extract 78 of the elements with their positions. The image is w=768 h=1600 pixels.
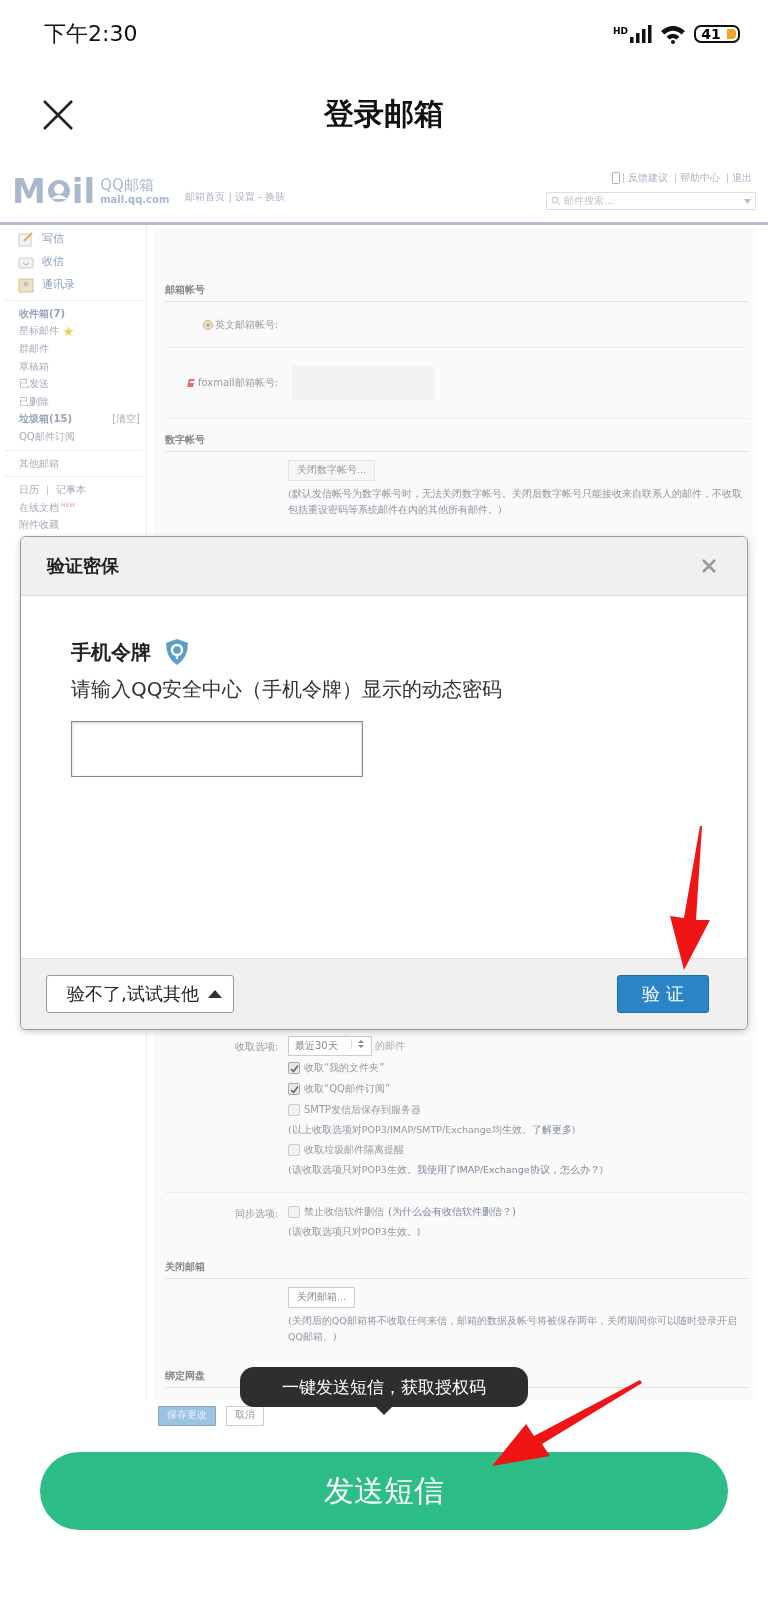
sidebar-link[interactable]: 收信 bbox=[42, 254, 64, 269]
instruction-text: 请输入QQ安全中心（手机令牌）显示的动态密码 bbox=[71, 676, 504, 703]
checkbox[interactable] bbox=[288, 1062, 300, 1074]
top-link[interactable]: 退出 bbox=[727, 173, 756, 183]
account-icon bbox=[202, 319, 213, 330]
stepper-icon bbox=[351, 1039, 365, 1049]
checkbox-label: 禁止收信软件删信 bbox=[304, 1205, 384, 1219]
help-link[interactable]: 了解更多 bbox=[531, 1124, 572, 1135]
folder-link[interactable]: 草稿箱 bbox=[19, 359, 49, 374]
folder-link[interactable]: 已删除 bbox=[19, 394, 49, 409]
section-title: 邮箱帐号 bbox=[165, 281, 748, 302]
section-title: 关闭邮箱 bbox=[165, 1258, 748, 1279]
dropdown-icon[interactable] bbox=[744, 198, 751, 204]
folder-link[interactable]: 星标邮件 bbox=[19, 324, 59, 339]
search-icon bbox=[551, 196, 561, 206]
foxmail-icon bbox=[185, 378, 196, 388]
disable-account-button[interactable]: 关闭数字帐号... bbox=[288, 460, 376, 481]
battery-level: 41 bbox=[701, 26, 721, 42]
cancel-button[interactable]: 取消 bbox=[226, 1406, 264, 1426]
sidebar-link[interactable]: 通讯录 bbox=[42, 277, 75, 292]
tooltip-pointer bbox=[376, 1407, 392, 1415]
dialog-title: 验证密保 bbox=[47, 554, 119, 578]
hint-text: (该收取选项只对POP3生效。我使用了IMAP/Exchange协议，怎么办？) bbox=[288, 1163, 604, 1177]
tool-link[interactable]: 在线文档 bbox=[19, 500, 59, 515]
close-icon[interactable] bbox=[43, 100, 73, 130]
triangle-icon bbox=[206, 989, 223, 999]
folder-link[interactable]: 群邮件 bbox=[19, 342, 49, 356]
field-label: 同步选项: bbox=[233, 1207, 278, 1221]
send-sms-button[interactable]: 发送短信 bbox=[40, 1452, 728, 1530]
folder-link[interactable]: QQ邮件订阅 bbox=[19, 429, 75, 444]
tooltip: 一键发送短信，获取授权码 bbox=[240, 1367, 528, 1407]
hint-text: (该收取选项只对POP3生效。) bbox=[288, 1225, 422, 1239]
top-link[interactable]: 反馈建议 bbox=[623, 173, 672, 183]
folder-link[interactable]: 已发送 bbox=[19, 377, 49, 392]
field-label: foxmail邮箱帐号: bbox=[197, 376, 278, 390]
select-suffix: 的邮件 bbox=[375, 1039, 405, 1053]
period-select[interactable]: 最近30天 bbox=[288, 1036, 372, 1056]
nav-links[interactable]: 邮箱首页 | 设置 - 换肤 bbox=[185, 190, 285, 204]
help-link[interactable]: (为什么会有收信软件删信？) bbox=[388, 1205, 516, 1219]
contacts-icon bbox=[18, 276, 34, 293]
page-title: 登录邮箱 bbox=[324, 94, 444, 133]
signal-icon bbox=[630, 25, 652, 43]
status-time: 下午2:30 bbox=[44, 20, 138, 48]
code-input[interactable] bbox=[71, 721, 363, 777]
verify-button[interactable]: 验 证 bbox=[617, 975, 709, 1013]
close-mailbox-button[interactable]: 关闭邮箱... bbox=[288, 1287, 356, 1308]
folder-link[interactable]: 其他邮箱 bbox=[19, 456, 59, 471]
help-link[interactable]: 我使用了IMAP/Exchange协议，怎么办？ bbox=[416, 1164, 600, 1175]
dialog-heading: 手机令牌 bbox=[71, 638, 151, 666]
hint-text: (关闭后的QQ邮箱将不收取任何来信，邮箱的数据及帐号将被保存两年，关闭期间你可以随时登录开启QQ邮箱。) bbox=[288, 1314, 738, 1344]
tool-link[interactable]: 附件收藏 bbox=[19, 518, 59, 533]
phone-icon[interactable] bbox=[612, 172, 620, 184]
tool-link[interactable]: 日历 bbox=[19, 483, 39, 498]
checkbox[interactable] bbox=[288, 1104, 300, 1116]
pencil-icon bbox=[18, 230, 34, 247]
wifi-icon bbox=[660, 24, 686, 44]
field-label: 收取选项: bbox=[233, 1040, 278, 1054]
checkbox-label: 收取垃圾邮件隔离提醒 bbox=[304, 1143, 404, 1157]
tool-link[interactable]: 记事本 bbox=[56, 483, 86, 498]
checkbox-label: SMTP发信后保存到服务器 bbox=[304, 1103, 422, 1117]
clear-link[interactable]: [清空] bbox=[112, 412, 140, 427]
field-label: 英文邮箱帐号: bbox=[214, 317, 278, 332]
hint-text: (默认发信帐号为数字帐号时，无法关闭数字帐号。关闭后数字帐号只能接收来自联系人的邮件，不收取包括重设密码等系统邮件在内的其他所有邮件。) bbox=[288, 487, 743, 517]
section-title: 数字帐号 bbox=[165, 431, 748, 452]
network-type: HD bbox=[613, 26, 628, 36]
top-link[interactable]: 帮助中心 bbox=[675, 173, 724, 183]
save-button[interactable]: 保存更改 bbox=[158, 1406, 216, 1426]
checkbox-label: 收取“我的文件夹” bbox=[304, 1061, 385, 1075]
hint-text: (以上收取选项对POP3/IMAP/SMTP/Exchange均生效。了解更多) bbox=[288, 1123, 577, 1137]
folder-link[interactable]: 垃圾箱(15) bbox=[19, 412, 73, 427]
checkbox[interactable] bbox=[288, 1144, 300, 1156]
checkbox-label: 收取“QQ邮件订阅” bbox=[304, 1082, 391, 1096]
sidebar-link[interactable]: 写信 bbox=[42, 231, 64, 246]
checkbox[interactable] bbox=[288, 1206, 300, 1218]
checkbox[interactable] bbox=[288, 1083, 300, 1095]
shield-icon bbox=[165, 638, 189, 666]
folder-link[interactable]: 收件箱(7) bbox=[19, 306, 66, 321]
other-method-button[interactable]: 验不了,试试其他 bbox=[46, 975, 234, 1013]
